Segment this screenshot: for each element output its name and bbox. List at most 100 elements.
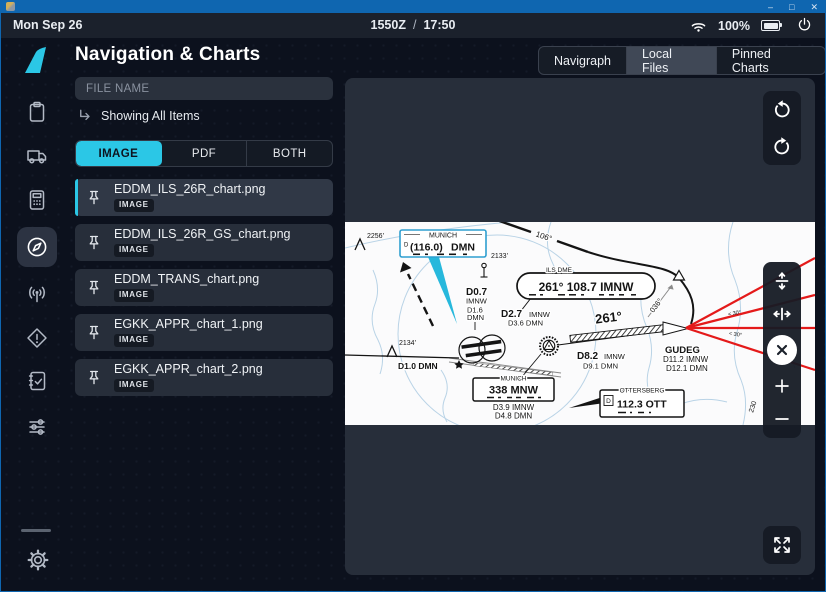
obstacle-label: 2134' xyxy=(399,340,416,347)
window-titlebar: – □ ✕ xyxy=(0,0,826,13)
close-icon xyxy=(774,342,790,358)
wifi-icon xyxy=(690,19,707,33)
pin-icon[interactable] xyxy=(84,188,104,208)
chart-viewer: 230 106° 036° xyxy=(345,78,815,575)
obstacle-label: 2256' xyxy=(367,233,384,240)
sidebar-item-alerts[interactable] xyxy=(25,326,49,350)
transmitter-icon xyxy=(25,282,49,306)
window-minimize-button[interactable]: – xyxy=(768,1,773,13)
file-name: EDDM_TRANS_chart.png xyxy=(114,273,259,287)
gear-icon xyxy=(25,547,51,573)
filter-image-button[interactable]: IMAGE xyxy=(76,141,162,166)
svg-text:DMN: DMN xyxy=(451,242,475,254)
power-icon[interactable] xyxy=(795,16,814,35)
checklist-icon xyxy=(25,369,49,393)
filter-both-button[interactable]: BOTH xyxy=(247,141,332,166)
plus-icon xyxy=(771,375,793,397)
battery-percent: 100% xyxy=(718,19,750,33)
fit-height-button[interactable] xyxy=(769,269,795,293)
status-time-local: 17:50 xyxy=(423,18,455,32)
tab-pinned-charts[interactable]: Pinned Charts xyxy=(717,47,825,74)
file-name-search-input[interactable] xyxy=(75,77,333,100)
svg-text:261° 108.7 IMNW: 261° 108.7 IMNW xyxy=(539,280,635,294)
compass-icon xyxy=(25,235,49,259)
sidebar-item-radio[interactable] xyxy=(25,282,49,306)
truck-icon xyxy=(25,144,49,168)
sliders-icon xyxy=(25,414,49,438)
file-item[interactable]: EGKK_APPR_chart_1.png IMAGE xyxy=(75,314,333,351)
svg-text:D8.2: D8.2 xyxy=(577,351,599,362)
file-type-badge: IMAGE xyxy=(114,379,154,392)
file-item[interactable]: EDDM_ILS_26R_chart.png IMAGE xyxy=(75,179,333,216)
app-logo xyxy=(24,46,50,74)
svg-text:D4.8 DMN: D4.8 DMN xyxy=(495,412,533,421)
file-name: EGKK_APPR_chart_2.png xyxy=(114,363,263,377)
pin-icon[interactable] xyxy=(84,278,104,298)
fit-width-button[interactable] xyxy=(769,302,795,326)
file-name: EDDM_ILS_26R_chart.png xyxy=(114,183,265,197)
pin-icon[interactable] xyxy=(84,368,104,388)
chart-image[interactable]: 230 106° 036° xyxy=(345,222,815,425)
file-name: EGKK_APPR_chart_1.png xyxy=(114,318,263,332)
svg-text:112.3 OTT: 112.3 OTT xyxy=(617,399,667,411)
svg-text:338 MNW: 338 MNW xyxy=(489,385,539,397)
sidebar-item-navigation[interactable] xyxy=(25,235,49,259)
munich-vor-box: MUNICH D (116.0) DMN xyxy=(400,230,486,257)
window-close-button[interactable]: ✕ xyxy=(810,1,818,13)
rotate-ccw-button[interactable] xyxy=(763,91,801,128)
files-panel: Showing All Items IMAGE PDF BOTH EDDM_IL… xyxy=(75,77,333,100)
sidebar-item-clipboard[interactable] xyxy=(25,100,49,124)
file-item[interactable]: EDDM_TRANS_chart.png IMAGE xyxy=(75,269,333,306)
sidebar-item-checklist[interactable] xyxy=(25,369,49,393)
showing-all-items-label: Showing All Items xyxy=(101,109,200,123)
svg-text:ILS DME: ILS DME xyxy=(546,267,573,274)
svg-text:D12.1 DMN: D12.1 DMN xyxy=(666,364,708,373)
obstacle-label: 2133' xyxy=(491,253,508,260)
svg-text:MUNICH: MUNICH xyxy=(501,376,527,383)
file-type-badge: IMAGE xyxy=(114,334,154,347)
rotate-ccw-icon xyxy=(771,99,793,121)
tab-navigraph[interactable]: Navigraph xyxy=(539,47,627,74)
alert-diamond-icon xyxy=(25,326,49,350)
file-item[interactable]: EDDM_ILS_26R_GS_chart.png IMAGE xyxy=(75,224,333,261)
clipboard-icon xyxy=(25,100,49,124)
minus-icon xyxy=(771,408,793,430)
source-tabs: Navigraph Local Files Pinned Charts xyxy=(538,46,826,75)
fit-width-icon xyxy=(770,302,794,326)
tab-local-files[interactable]: Local Files xyxy=(627,47,717,74)
svg-text:D: D xyxy=(606,398,611,405)
fullscreen-button[interactable] xyxy=(763,526,801,564)
file-name: EDDM_ILS_26R_GS_chart.png xyxy=(114,228,290,242)
battery-icon xyxy=(761,20,780,31)
calculator-icon xyxy=(25,188,49,212)
svg-text:D: D xyxy=(404,243,409,249)
sidebar-item-vehicle[interactable] xyxy=(25,144,49,168)
file-type-badge: IMAGE xyxy=(114,289,154,302)
svg-text:(116.0): (116.0) xyxy=(410,242,443,254)
zoom-in-button[interactable] xyxy=(769,374,795,398)
sidebar-item-filters[interactable] xyxy=(25,414,49,438)
sidebar-item-settings[interactable] xyxy=(25,547,49,571)
filter-pdf-button[interactable]: PDF xyxy=(162,141,248,166)
app-window-icon xyxy=(6,2,15,11)
fix-label: D1.0 DMN xyxy=(398,361,438,371)
svg-text:DMN: DMN xyxy=(467,313,484,322)
svg-text:IMNW: IMNW xyxy=(604,352,626,361)
zoom-out-button[interactable] xyxy=(769,407,795,431)
svg-text:D11.2 IMNW: D11.2 IMNW xyxy=(663,355,709,364)
file-list: EDDM_ILS_26R_chart.png IMAGE EDDM_ILS_26… xyxy=(75,179,333,404)
window-maximize-button[interactable]: □ xyxy=(789,1,794,13)
pin-icon[interactable] xyxy=(84,323,104,343)
status-time-utc: 1550Z xyxy=(371,18,406,32)
status-time-separator: / xyxy=(413,18,416,32)
sidebar-item-calculator[interactable] xyxy=(25,188,49,212)
status-bar: Mon Sep 26 1550Z/17:50 100% xyxy=(0,13,826,38)
page-title: Navigation & Charts xyxy=(75,44,260,66)
svg-text:D9.1 DMN: D9.1 DMN xyxy=(583,362,618,371)
close-chart-button[interactable] xyxy=(767,335,797,365)
file-item[interactable]: EGKK_APPR_chart_2.png IMAGE xyxy=(75,359,333,396)
rotate-cw-button[interactable] xyxy=(763,128,801,165)
svg-text:IMNW: IMNW xyxy=(466,297,488,306)
pin-icon[interactable] xyxy=(84,233,104,253)
file-type-badge: IMAGE xyxy=(114,199,154,212)
